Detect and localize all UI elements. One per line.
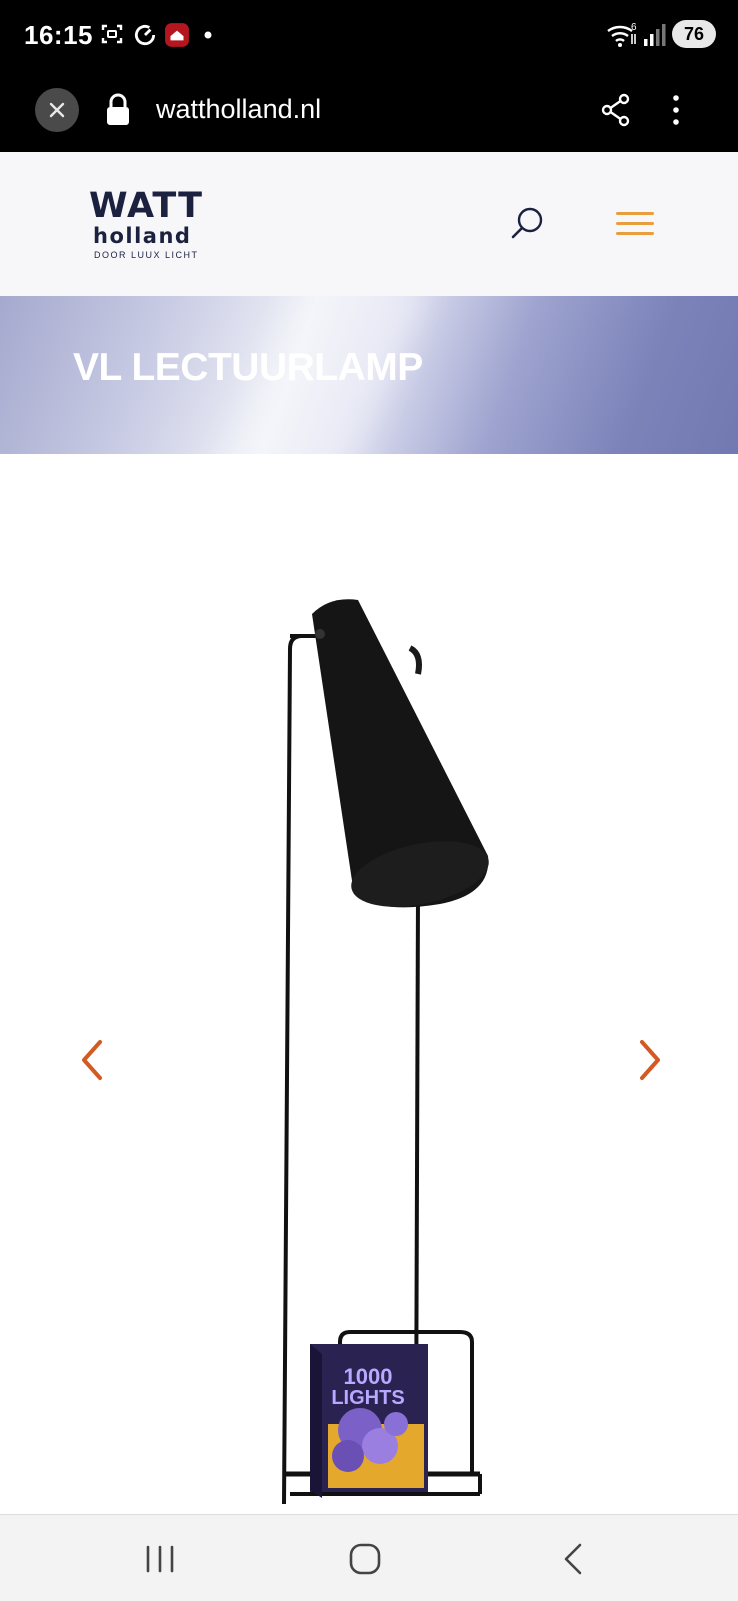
- chevron-left-icon[interactable]: [76, 1036, 106, 1084]
- recent-apps-icon[interactable]: [140, 1539, 180, 1579]
- logo-tagline: DOOR LUUX LICHT: [94, 250, 199, 260]
- close-icon: [49, 102, 65, 118]
- home-icon[interactable]: [345, 1539, 385, 1579]
- logo-holland: holland: [93, 224, 192, 248]
- site-header: WATT holland DOOR LUUX LICHT: [0, 152, 738, 296]
- status-bar: 16:15 6 76: [0, 0, 738, 70]
- share-icon[interactable]: [600, 92, 632, 128]
- network-badge: 6: [631, 22, 637, 33]
- more-vert-icon[interactable]: [670, 92, 682, 128]
- close-tab-button[interactable]: [35, 88, 79, 132]
- site-logo[interactable]: WATT holland DOOR LUUX LICHT: [89, 186, 202, 266]
- book-title-line1: 1000: [344, 1364, 393, 1389]
- back-icon[interactable]: [554, 1539, 594, 1579]
- battery-icon: 76: [672, 20, 716, 48]
- lock-icon: [107, 93, 129, 125]
- url-address[interactable]: wattholland.nl: [156, 94, 321, 125]
- signal-icon: [644, 24, 666, 46]
- app-notification-icon: [165, 23, 189, 47]
- product-image: 1000 LIGHTS: [282, 599, 489, 1504]
- screenshot-icon: [101, 24, 123, 44]
- status-time: 16:15: [24, 20, 93, 50]
- book-title-line2: LIGHTS: [331, 1387, 404, 1409]
- dot-icon: [204, 31, 212, 39]
- product-gallery: 1000 LIGHTS: [0, 454, 738, 1514]
- sync-icon: [134, 24, 156, 46]
- page-banner: VL LECTUURLAMP: [0, 296, 738, 454]
- chevron-right-icon[interactable]: [636, 1036, 666, 1084]
- browser-toolbar: wattholland.nl: [0, 70, 738, 152]
- system-nav-bar: [0, 1514, 738, 1601]
- search-icon[interactable]: [508, 204, 546, 242]
- page-title: VL LECTUURLAMP: [73, 346, 423, 389]
- wifi-icon: 6: [607, 22, 637, 47]
- hamburger-menu-icon[interactable]: [616, 208, 656, 240]
- logo-watt: WATT: [89, 186, 203, 226]
- battery-level: 76: [683, 24, 705, 44]
